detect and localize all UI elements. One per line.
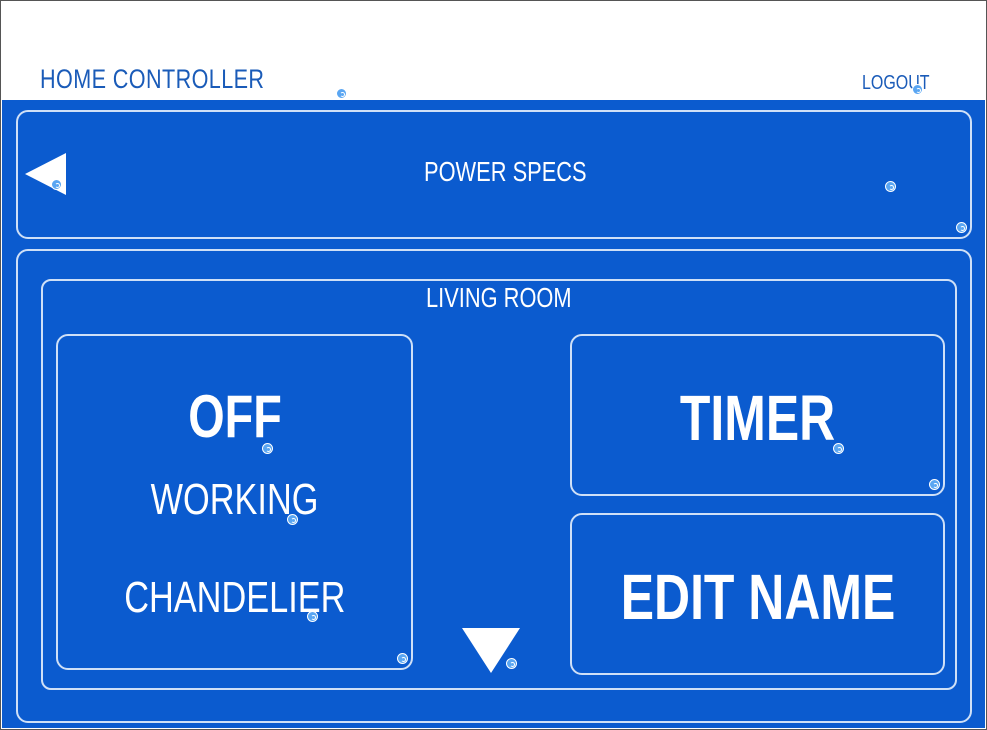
room-name-label: LIVING ROOM [426,282,572,313]
hotspot-marker-icon [506,658,517,669]
edit-name-label: EDIT NAME [620,561,895,633]
device-state[interactable]: OFF [56,382,413,451]
hotspot-marker-icon [885,181,896,192]
room-name-link[interactable]: LIVING ROOM [426,282,613,314]
hotspot-marker-icon [929,479,940,490]
hotspot-marker-icon [307,611,318,622]
hotspot-marker-icon [336,88,347,99]
app-header: HOME CONTROLLER LOGOUT [2,2,985,100]
timer-label: TIMER [679,382,836,454]
power-specs-label: POWER SPECS [424,156,587,187]
power-specs-link[interactable]: POWER SPECS [424,156,632,188]
hotspot-marker-icon [912,84,923,95]
device-name[interactable]: CHANDELIER [56,573,413,623]
hotspot-marker-icon [397,653,408,664]
device-status[interactable]: WORKING [56,475,413,525]
app-title: HOME CONTROLLER [40,64,265,94]
hotspot-marker-icon [833,443,844,454]
hotspot-marker-icon [956,222,967,233]
hotspot-marker-icon [51,179,62,190]
hotspot-marker-icon [287,514,298,525]
hotspot-marker-icon [262,443,273,454]
